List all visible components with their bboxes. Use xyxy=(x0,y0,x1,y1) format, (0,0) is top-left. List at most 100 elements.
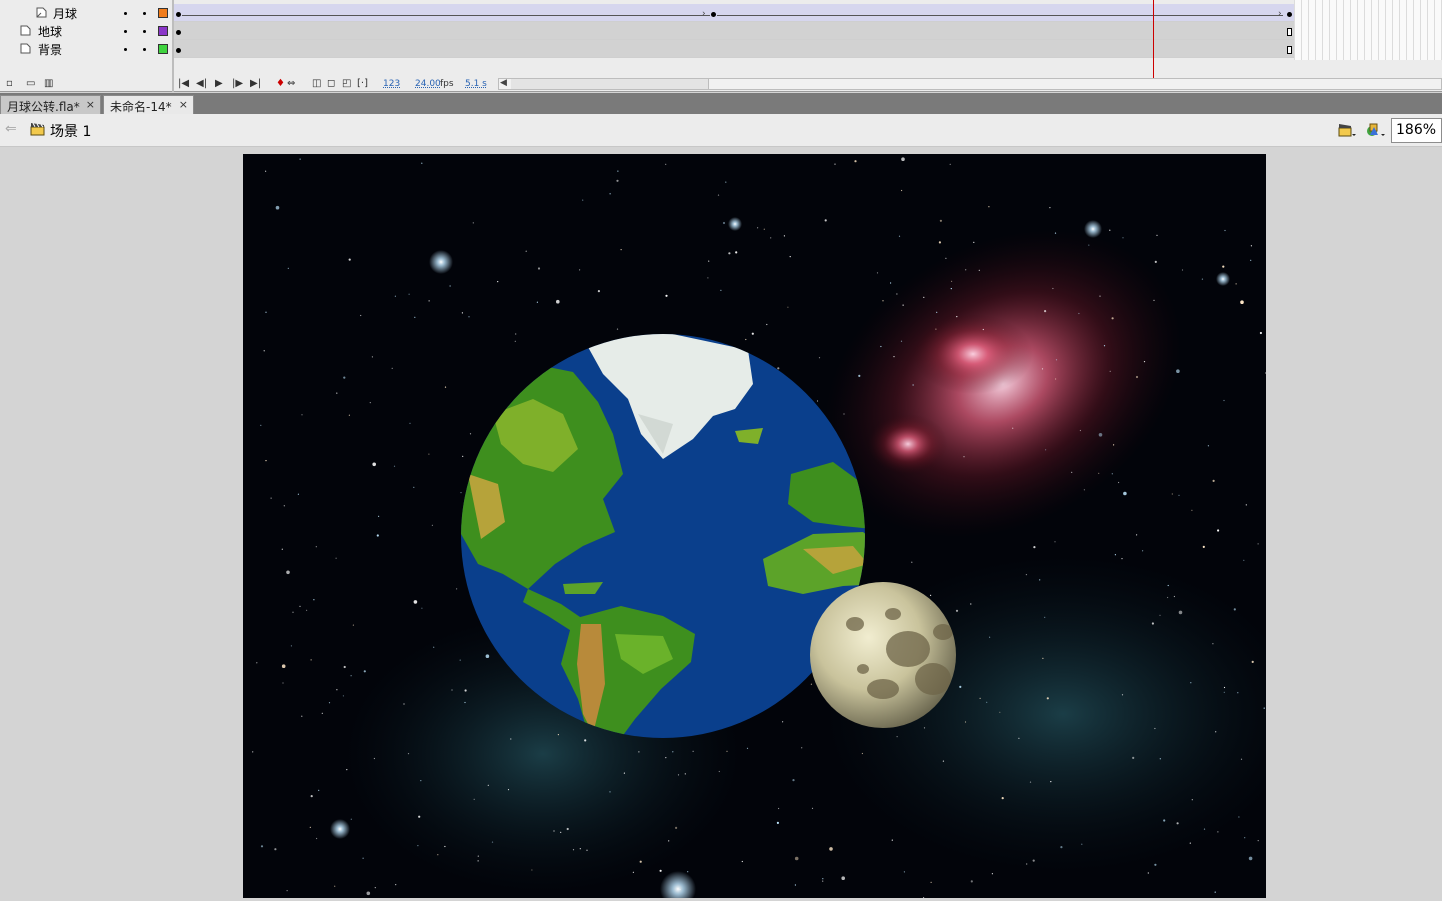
layer-row-moon[interactable]: 月球 xyxy=(0,4,172,22)
tab-moon-orbit-fla[interactable]: 月球公转.fla* × xyxy=(0,95,101,114)
star xyxy=(348,414,350,416)
lock-dot[interactable] xyxy=(143,12,146,15)
delete-layer-icon[interactable]: ▥ xyxy=(44,78,53,90)
star xyxy=(1044,310,1047,313)
star xyxy=(373,757,375,760)
keyframe[interactable] xyxy=(1287,12,1292,17)
star xyxy=(692,750,694,752)
star xyxy=(464,701,466,704)
current-frame[interactable]: 123 xyxy=(383,78,400,90)
star xyxy=(1214,891,1216,893)
star xyxy=(988,206,990,208)
visibility-dot[interactable] xyxy=(124,12,127,15)
star xyxy=(978,269,980,271)
star xyxy=(801,747,803,749)
timeline-horizontal-scrollbar[interactable]: ◀ xyxy=(498,78,1442,90)
lock-dot[interactable] xyxy=(143,48,146,51)
star xyxy=(275,205,280,210)
star xyxy=(1060,846,1063,849)
star xyxy=(586,849,588,851)
keyframe[interactable] xyxy=(176,30,181,35)
onion-skin-icon[interactable]: ◫ xyxy=(312,78,321,90)
tab-untitled-14[interactable]: 未命名-14* × xyxy=(103,95,194,114)
keyframe[interactable] xyxy=(711,12,716,17)
visibility-dot[interactable] xyxy=(124,30,127,33)
new-layer-icon[interactable]: ▫ xyxy=(6,78,13,90)
onion-outline-icon[interactable]: ◻ xyxy=(327,78,335,90)
star xyxy=(321,712,323,714)
edit-symbol-icon[interactable] xyxy=(1365,122,1385,138)
star xyxy=(1202,545,1205,548)
go-to-first-frame-icon[interactable]: |◀ xyxy=(178,78,189,90)
star xyxy=(487,784,489,786)
tween-arrow-icon: › xyxy=(1278,9,1282,19)
outline-color-swatch[interactable] xyxy=(158,44,168,54)
layer-row-earth[interactable]: 地球 xyxy=(0,22,172,40)
star xyxy=(316,837,318,840)
frame-track-moon[interactable]: › › xyxy=(174,4,1294,22)
play-icon[interactable]: ▶ xyxy=(215,78,223,90)
star xyxy=(1212,479,1215,482)
star xyxy=(818,357,821,359)
scene-breadcrumb[interactable]: 场景 1 xyxy=(50,121,91,141)
frame-track-earth[interactable] xyxy=(174,22,1294,40)
new-folder-icon[interactable]: ▭ xyxy=(26,78,35,90)
step-forward-icon[interactable]: |▶ xyxy=(232,78,243,90)
star xyxy=(1052,287,1054,290)
star xyxy=(572,849,575,851)
tween-arrow-icon: › xyxy=(702,9,706,19)
elapsed-time[interactable]: 5.1 s xyxy=(465,78,487,90)
star xyxy=(930,594,932,596)
playhead[interactable] xyxy=(1153,0,1154,78)
scroll-left-arrow-icon[interactable]: ◀ xyxy=(500,78,507,88)
go-to-last-frame-icon[interactable]: ▶| xyxy=(250,78,261,90)
visibility-dot[interactable] xyxy=(124,48,127,51)
zoom-input[interactable]: 186% xyxy=(1391,118,1442,143)
star xyxy=(902,304,904,306)
modify-markers-icon[interactable]: [·] xyxy=(357,78,368,90)
lock-dot[interactable] xyxy=(143,30,146,33)
keyframe[interactable] xyxy=(176,12,181,17)
star xyxy=(939,219,943,222)
star xyxy=(515,333,517,335)
star xyxy=(256,662,258,664)
star xyxy=(639,860,642,863)
star xyxy=(911,561,913,563)
star xyxy=(1054,541,1056,543)
stage-canvas[interactable] xyxy=(243,154,1266,898)
star xyxy=(328,702,331,704)
keyframe[interactable] xyxy=(176,48,181,53)
back-arrow-icon[interactable]: ⇐ xyxy=(5,121,17,137)
frame-track-background[interactable] xyxy=(174,40,1294,58)
star xyxy=(776,821,780,825)
scrollbar-thumb[interactable] xyxy=(511,79,709,89)
center-frame-icon[interactable]: ♦ xyxy=(276,78,285,90)
star xyxy=(360,314,362,317)
empty-frame-grid[interactable] xyxy=(1294,0,1442,60)
edit-scene-icon[interactable] xyxy=(1338,122,1356,138)
star xyxy=(263,350,265,352)
close-icon[interactable]: × xyxy=(179,98,188,111)
star xyxy=(286,890,288,892)
layer-row-background[interactable]: 背景 xyxy=(0,40,172,58)
edit-multiple-frames-icon[interactable]: ◰ xyxy=(342,78,351,90)
star xyxy=(537,267,541,270)
star xyxy=(391,367,393,369)
star xyxy=(433,646,435,648)
outline-color-swatch[interactable] xyxy=(158,8,168,18)
frame-rate[interactable]: 24.00 xyxy=(415,78,441,90)
star xyxy=(1191,799,1193,801)
star xyxy=(485,654,490,658)
star xyxy=(708,260,710,262)
star xyxy=(1012,427,1014,429)
step-back-icon[interactable]: ◀| xyxy=(196,78,207,90)
star xyxy=(956,316,958,318)
star xyxy=(1223,686,1226,689)
outline-color-swatch[interactable] xyxy=(158,26,168,36)
loop-icon[interactable]: ⇔ xyxy=(287,78,295,90)
star xyxy=(418,815,421,818)
star xyxy=(299,158,301,160)
star xyxy=(1111,473,1113,475)
close-icon[interactable]: × xyxy=(86,98,95,111)
star xyxy=(930,881,932,884)
